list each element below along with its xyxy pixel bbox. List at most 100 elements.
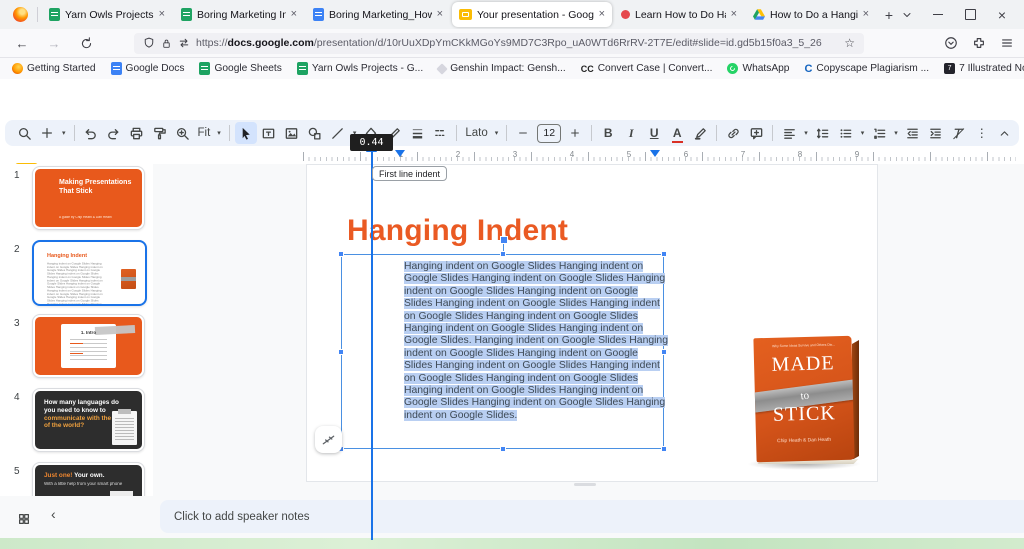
bookmark-google-sheets[interactable]: Google Sheets (199, 62, 281, 75)
bookmark-getting-started[interactable]: Getting Started (12, 63, 96, 74)
redo-icon[interactable] (103, 122, 125, 144)
resize-handle-w[interactable] (338, 349, 344, 355)
bookmark-novels[interactable]: 77 Illustrated Novels fo... (944, 63, 1024, 74)
decrease-font-size-icon[interactable] (512, 122, 534, 144)
tab-close-icon[interactable]: × (863, 9, 869, 20)
bookmark-convert-case[interactable]: CCConvert Case | Convert... (581, 63, 713, 74)
lock-icon[interactable] (161, 38, 172, 49)
zoom-select-label[interactable]: Fit (195, 127, 214, 139)
grid-view-icon[interactable] (15, 510, 33, 528)
slide-thumbnail-2-selected[interactable]: Hanging Indent Hanging indent on Google … (32, 240, 147, 306)
speaker-notes-input[interactable]: Click to add speaker notes (160, 500, 1024, 533)
insert-line-icon[interactable] (327, 122, 349, 144)
numbered-list-dropdown-icon[interactable]: ▾ (891, 129, 901, 137)
font-size-input[interactable]: 12 (537, 124, 561, 143)
slide-thumbnail-4[interactable]: How many languages do you need to know t… (32, 388, 145, 452)
slide-canvas[interactable]: Hanging Indent Hanging indent on Google … (307, 165, 877, 481)
bold-icon[interactable]: B (597, 122, 619, 144)
new-tab-button[interactable]: + (877, 7, 901, 23)
undo-icon[interactable] (80, 122, 102, 144)
notes-resize-handle[interactable] (574, 483, 596, 486)
resize-handle-se[interactable] (661, 446, 667, 452)
resize-handle-nw[interactable] (338, 251, 344, 257)
slide-body-text[interactable]: Hanging indent on Google Slides Hanging … (404, 261, 668, 422)
increase-indent-icon[interactable] (925, 122, 947, 144)
tab-list-chevron-icon[interactable] (901, 9, 925, 21)
slide-title[interactable]: Hanging Indent (347, 214, 568, 248)
bookmark-google-docs[interactable]: Google Docs (111, 62, 185, 75)
italic-icon[interactable]: I (620, 122, 642, 144)
align-dropdown-icon[interactable]: ▾ (801, 129, 811, 137)
tab-close-icon[interactable]: × (291, 9, 297, 20)
search-menus-icon[interactable] (13, 122, 35, 144)
tab-close-icon[interactable]: × (437, 9, 443, 20)
minimize-icon[interactable] (933, 14, 943, 15)
border-weight-icon[interactable] (406, 122, 428, 144)
extensions-icon[interactable] (972, 36, 986, 50)
zoom-icon[interactable] (172, 122, 194, 144)
bookmark-star-icon[interactable]: ☆ (844, 36, 855, 50)
resize-handle-ne[interactable] (661, 251, 667, 257)
reload-icon[interactable] (74, 32, 98, 54)
numbered-list-icon[interactable] (868, 122, 890, 144)
collapse-toolbar-icon[interactable] (994, 122, 1016, 144)
decrease-indent-icon[interactable] (902, 122, 924, 144)
menu-hamburger-icon[interactable] (1000, 36, 1014, 50)
tab-close-icon[interactable]: × (599, 9, 605, 20)
print-icon[interactable] (126, 122, 148, 144)
line-tool-floating-button[interactable] (315, 426, 342, 453)
bulleted-list-dropdown-icon[interactable]: ▾ (858, 129, 868, 137)
firefox-view-button[interactable] (6, 3, 34, 27)
insert-image-icon[interactable] (281, 122, 303, 144)
text-box-icon[interactable] (258, 122, 280, 144)
bookmark-yarn-owls[interactable]: Yarn Owls Projects - G... (297, 62, 423, 75)
slide-thumbnail-1[interactable]: Making Presentations That Stick A guide … (32, 166, 145, 230)
tab-yarn-owls[interactable]: Yarn Owls Projects - Google × (42, 2, 172, 27)
tab-close-icon[interactable]: × (731, 9, 737, 20)
slide-thumbnail-5[interactable]: Just one! Your own. With a little help f… (32, 462, 145, 496)
select-tool-icon[interactable] (235, 122, 257, 144)
url-bar[interactable]: https://docs.google.com/presentation/d/1… (134, 33, 864, 54)
zoom-dropdown-icon[interactable]: ▾ (214, 129, 224, 137)
url-text[interactable]: https://docs.google.com/presentation/d/1… (196, 37, 838, 49)
font-dropdown-icon[interactable]: ▾ (492, 129, 502, 137)
new-slide-dropdown-icon[interactable]: ▾ (59, 129, 69, 137)
tab-your-presentation[interactable]: Your presentation - Google × (452, 2, 612, 27)
clear-formatting-icon[interactable] (948, 122, 970, 144)
line-spacing-icon[interactable] (812, 122, 834, 144)
bookmark-whatsapp[interactable]: WhatsApp (727, 63, 789, 74)
more-options-icon[interactable]: ⋮ (971, 122, 993, 144)
tab-close-icon[interactable]: × (159, 9, 165, 20)
new-slide-icon[interactable] (36, 122, 58, 144)
insert-link-icon[interactable] (722, 122, 744, 144)
increase-font-size-icon[interactable] (564, 122, 586, 144)
tab-how-to-hanging[interactable]: How to Do a Hanging Inde × (746, 2, 876, 27)
pocket-icon[interactable] (944, 36, 958, 50)
resize-handle-n[interactable] (500, 251, 506, 257)
tab-boring-marketing-howto[interactable]: Boring Marketing_How To D × (306, 2, 450, 27)
resize-handle-s[interactable] (500, 446, 506, 452)
book-image[interactable]: Why Some Ideas Survive and Others Die...… (755, 337, 853, 461)
bookmark-genshin[interactable]: Genshin Impact: Gensh... (438, 63, 566, 74)
paint-format-icon[interactable] (149, 122, 171, 144)
highlight-color-icon[interactable] (689, 122, 711, 144)
permissions-icon[interactable] (178, 37, 190, 49)
border-dash-icon[interactable] (429, 122, 451, 144)
tab-boring-marketing-internal[interactable]: Boring Marketing Internal - × (174, 2, 304, 27)
text-color-icon[interactable]: A (673, 126, 682, 140)
back-icon[interactable]: ← (10, 32, 34, 54)
right-indent-marker[interactable] (650, 150, 660, 157)
underline-icon[interactable]: U (643, 122, 665, 144)
bookmark-copyscape[interactable]: CCopyscape Plagiarism ... (804, 63, 929, 75)
rotate-handle[interactable] (500, 236, 508, 244)
add-comment-icon[interactable] (745, 122, 767, 144)
close-window-icon[interactable]: × (998, 7, 1006, 23)
slide-thumbnail-3[interactable]: 1. Intro (32, 314, 145, 378)
first-line-indent-marker[interactable] (395, 150, 405, 157)
align-icon[interactable] (778, 122, 800, 144)
bulleted-list-icon[interactable] (835, 122, 857, 144)
font-family-select[interactable]: Lato (462, 127, 490, 139)
maximize-icon[interactable] (965, 9, 976, 20)
collapse-filmstrip-icon[interactable]: ‹ (51, 506, 56, 522)
insert-shape-icon[interactable] (304, 122, 326, 144)
